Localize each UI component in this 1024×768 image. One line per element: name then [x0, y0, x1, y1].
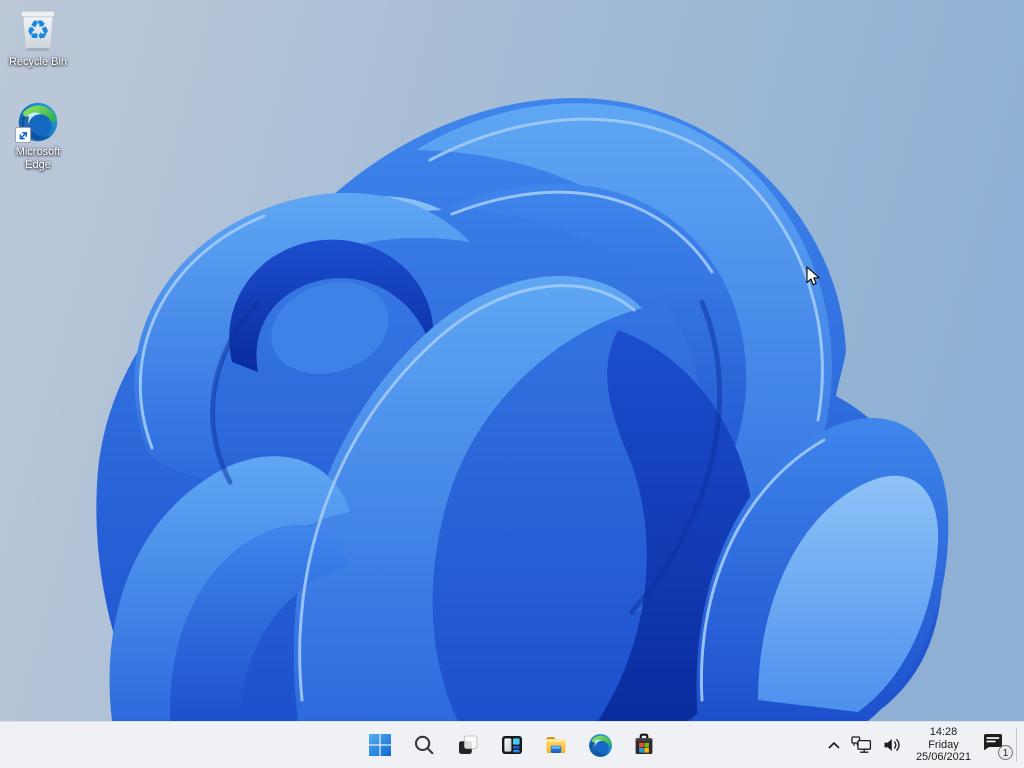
task-view-icon [459, 735, 478, 754]
store-button[interactable] [624, 725, 664, 765]
recycle-symbol-icon: ♻ [25, 15, 51, 47]
desktop-icon-microsoft-edge[interactable]: Microsoft Edge [0, 101, 76, 172]
edge-logo-icon [588, 733, 613, 758]
windows-logo-icon [369, 734, 391, 756]
taskbar-app-buttons [360, 725, 664, 765]
clock-day: Friday [928, 738, 959, 751]
chevron-up-icon [828, 741, 840, 749]
edge-label-line2: Edge [25, 159, 51, 171]
bloom-wallpaper [0, 0, 1024, 721]
ethernet-network-icon [851, 736, 872, 753]
taskbar-clock[interactable]: 14:28 Friday 25/06/2021 [909, 726, 978, 764]
clock-date: 25/06/2021 [915, 751, 971, 764]
windows-11-desktop: ♻ Recycle Bin Microsoft Edge 14:28 Frida… [0, 0, 1024, 768]
system-tray: 14:28 Friday 25/06/2021 1 [821, 722, 1024, 768]
task-view-button[interactable] [448, 725, 488, 765]
hidden-icons-button[interactable] [821, 725, 847, 765]
shortcut-arrow-icon [15, 127, 31, 143]
folder-icon [546, 737, 566, 753]
recycle-bin-icon: ♻ [18, 7, 58, 53]
mouse-cursor [806, 266, 820, 286]
search-icon [414, 735, 434, 755]
desktop-icon-label: Recycle Bin [8, 56, 68, 68]
notification-badge: 1 [998, 745, 1013, 760]
speaker-icon [884, 739, 901, 751]
network-button[interactable] [847, 725, 877, 765]
search-button[interactable] [404, 725, 444, 765]
widgets-button[interactable] [492, 725, 532, 765]
taskbar: 14:28 Friday 25/06/2021 1 [0, 721, 1024, 768]
volume-button[interactable] [877, 725, 909, 765]
edge-button[interactable] [580, 725, 620, 765]
clock-time: 14:28 [929, 726, 958, 739]
file-explorer-button[interactable] [536, 725, 576, 765]
desktop[interactable]: ♻ Recycle Bin Microsoft Edge [0, 0, 1024, 721]
edge-label-line1: Microsoft [15, 146, 61, 158]
desktop-icon-label: Microsoft Edge [16, 146, 61, 172]
desktop-icon-recycle-bin[interactable]: ♻ Recycle Bin [0, 7, 76, 69]
notification-center-button[interactable]: 1 [978, 725, 1016, 765]
edge-logo-icon [15, 101, 59, 143]
widgets-icon [502, 736, 522, 754]
store-bag-icon [635, 733, 653, 754]
show-desktop-button[interactable] [1016, 722, 1024, 768]
start-button[interactable] [360, 725, 400, 765]
